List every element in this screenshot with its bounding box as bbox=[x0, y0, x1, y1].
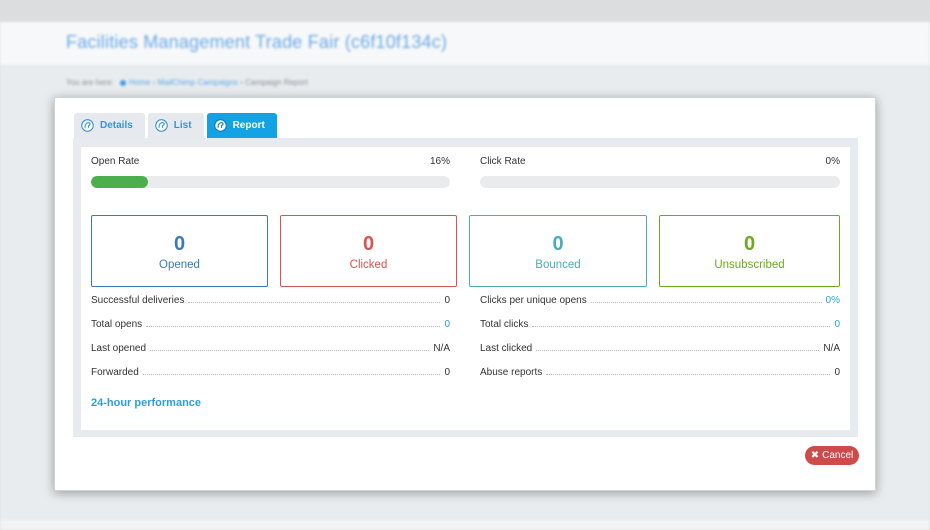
open-rate-progress bbox=[91, 176, 450, 188]
close-icon: ✖ bbox=[810, 450, 820, 461]
mailchimp-icon bbox=[81, 119, 94, 132]
tab-label: Details bbox=[100, 120, 133, 131]
unsubscribed-stat-box: 0 Unsubscribed bbox=[659, 215, 840, 287]
tab-report[interactable]: Report bbox=[206, 113, 277, 138]
bounced-count: 0 bbox=[552, 233, 564, 255]
breadcrumb-separator: › bbox=[152, 78, 156, 87]
bounced-stat-box: 0 Bounced bbox=[469, 215, 647, 287]
page-title: Facilities Management Trade Fair (c6f10f… bbox=[66, 32, 448, 52]
detail-key: Total opens bbox=[91, 319, 143, 330]
clicked-count: 0 bbox=[362, 233, 375, 255]
detail-value: N/A bbox=[433, 343, 450, 354]
opened-label: Opened bbox=[159, 259, 200, 271]
detail-value-link[interactable]: 0 bbox=[444, 319, 450, 330]
detail-key: Forwarded bbox=[91, 367, 139, 378]
tab-details[interactable]: Details bbox=[74, 113, 145, 138]
detail-key: Abuse reports bbox=[480, 367, 543, 378]
report-panel: Open Rate 16% Click Rate 0% 0 Opened 0 C… bbox=[81, 147, 850, 430]
bounced-label: Bounced bbox=[535, 259, 581, 271]
breadcrumb-campaigns[interactable]: MailChimp Campaigns bbox=[157, 78, 237, 87]
detail-value: 0 bbox=[834, 367, 840, 378]
modal-tabs: Details List Report bbox=[74, 113, 280, 138]
detail-row-successful-deliveries: Successful deliveries 0 bbox=[91, 292, 450, 306]
detail-value: 0 bbox=[444, 367, 450, 378]
open-rate-value: 16% bbox=[429, 156, 450, 167]
top-bar bbox=[0, 0, 930, 22]
detail-row-forwarded: Forwarded 0 bbox=[91, 364, 450, 378]
unsubscribed-label: Unsubscribed bbox=[714, 259, 785, 271]
unsubscribed-count: 0 bbox=[743, 233, 756, 255]
detail-key: Last clicked bbox=[480, 343, 533, 354]
tab-label: Report bbox=[232, 120, 265, 131]
clicked-stat-box: 0 Clicked bbox=[280, 215, 457, 287]
detail-row-last-clicked: Last clicked N/A bbox=[480, 340, 840, 354]
detail-value: N/A bbox=[823, 343, 840, 354]
breadcrumb: You are here: Home › MailChimp Campaigns… bbox=[66, 78, 308, 87]
detail-value-link[interactable]: 0% bbox=[826, 295, 840, 306]
breadcrumb-separator: › bbox=[240, 78, 243, 87]
home-icon bbox=[119, 79, 126, 86]
mailchimp-icon bbox=[213, 119, 227, 132]
detail-row-total-opens: Total opens 0 bbox=[91, 316, 450, 330]
cancel-button[interactable]: ✖ Cancel bbox=[805, 446, 859, 465]
tab-list[interactable]: List bbox=[147, 113, 204, 138]
detail-row-total-clicks: Total clicks 0 bbox=[480, 316, 840, 330]
performance-link[interactable]: 24-hour performance bbox=[91, 397, 201, 409]
breadcrumb-current: Campaign Report bbox=[245, 78, 308, 87]
clicked-label: Clicked bbox=[349, 259, 388, 271]
tab-label: List bbox=[173, 120, 192, 131]
detail-key: Successful deliveries bbox=[91, 295, 185, 306]
detail-value-link[interactable]: 0 bbox=[834, 319, 840, 330]
click-rate-progress bbox=[480, 176, 840, 188]
click-rate-label: Click Rate bbox=[480, 156, 526, 167]
detail-value: 0 bbox=[444, 295, 450, 306]
detail-row-abuse-reports: Abuse reports 0 bbox=[480, 364, 840, 378]
report-panel-frame: Open Rate 16% Click Rate 0% 0 Opened 0 C… bbox=[73, 138, 858, 437]
mailchimp-icon bbox=[154, 119, 168, 132]
detail-key: Total clicks bbox=[480, 319, 529, 330]
detail-row-clicks-per-unique-opens: Clicks per unique opens 0% bbox=[480, 292, 840, 306]
detail-key: Last opened bbox=[91, 343, 147, 354]
open-rate-label: Open Rate bbox=[91, 156, 140, 167]
detail-key: Clicks per unique opens bbox=[480, 295, 587, 306]
open-rate-progress-fill bbox=[91, 176, 149, 188]
detail-row-last-opened: Last opened N/A bbox=[91, 340, 450, 354]
click-rate-value: 0% bbox=[825, 156, 840, 167]
breadcrumb-prefix: You are here: bbox=[66, 78, 114, 87]
opened-count: 0 bbox=[173, 233, 186, 255]
breadcrumb-home[interactable]: Home bbox=[129, 78, 150, 87]
opened-stat-box: 0 Opened bbox=[91, 215, 268, 287]
campaign-report-modal: Details List Report Open Rate 16% Click … bbox=[54, 97, 876, 491]
cancel-label: Cancel bbox=[822, 450, 854, 461]
page-footer bbox=[0, 520, 930, 530]
